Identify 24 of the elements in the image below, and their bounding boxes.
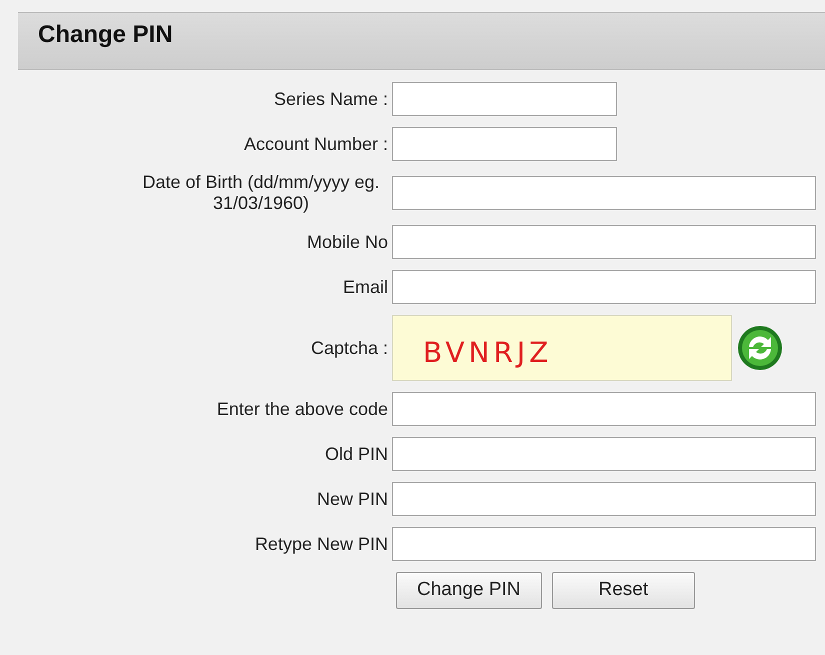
- page-title: Change PIN: [38, 20, 173, 50]
- input-field[interactable]: [392, 437, 816, 471]
- reset-button[interactable]: Reset: [552, 572, 696, 608]
- field-label: Old PIN: [324, 444, 389, 464]
- input-field[interactable]: [392, 225, 816, 259]
- captcha-image: BVNRJZ: [392, 315, 732, 381]
- input-field[interactable]: [392, 176, 816, 210]
- field-label: Series Name :: [272, 88, 389, 110]
- input-field[interactable]: [392, 82, 617, 116]
- input-field[interactable]: [392, 270, 816, 304]
- field-label: Enter the above code: [216, 398, 389, 420]
- field-label: Account Number :: [242, 134, 389, 154]
- field-label: Date of Birth (dd/mm/yyyy eg. 31/03/1960): [141, 172, 381, 214]
- input-field[interactable]: [392, 482, 816, 516]
- refresh-icon[interactable]: [737, 325, 783, 371]
- field-label: New PIN: [316, 488, 389, 510]
- field-label: Mobile No: [306, 232, 389, 252]
- input-field[interactable]: [392, 527, 816, 561]
- field-label: Email: [342, 276, 389, 298]
- change-pin-button[interactable]: Change PIN: [396, 572, 542, 608]
- input-field[interactable]: [392, 127, 617, 161]
- field-label: Captcha :: [310, 338, 389, 358]
- input-field[interactable]: [392, 392, 816, 426]
- field-label: Retype New PIN: [254, 534, 389, 554]
